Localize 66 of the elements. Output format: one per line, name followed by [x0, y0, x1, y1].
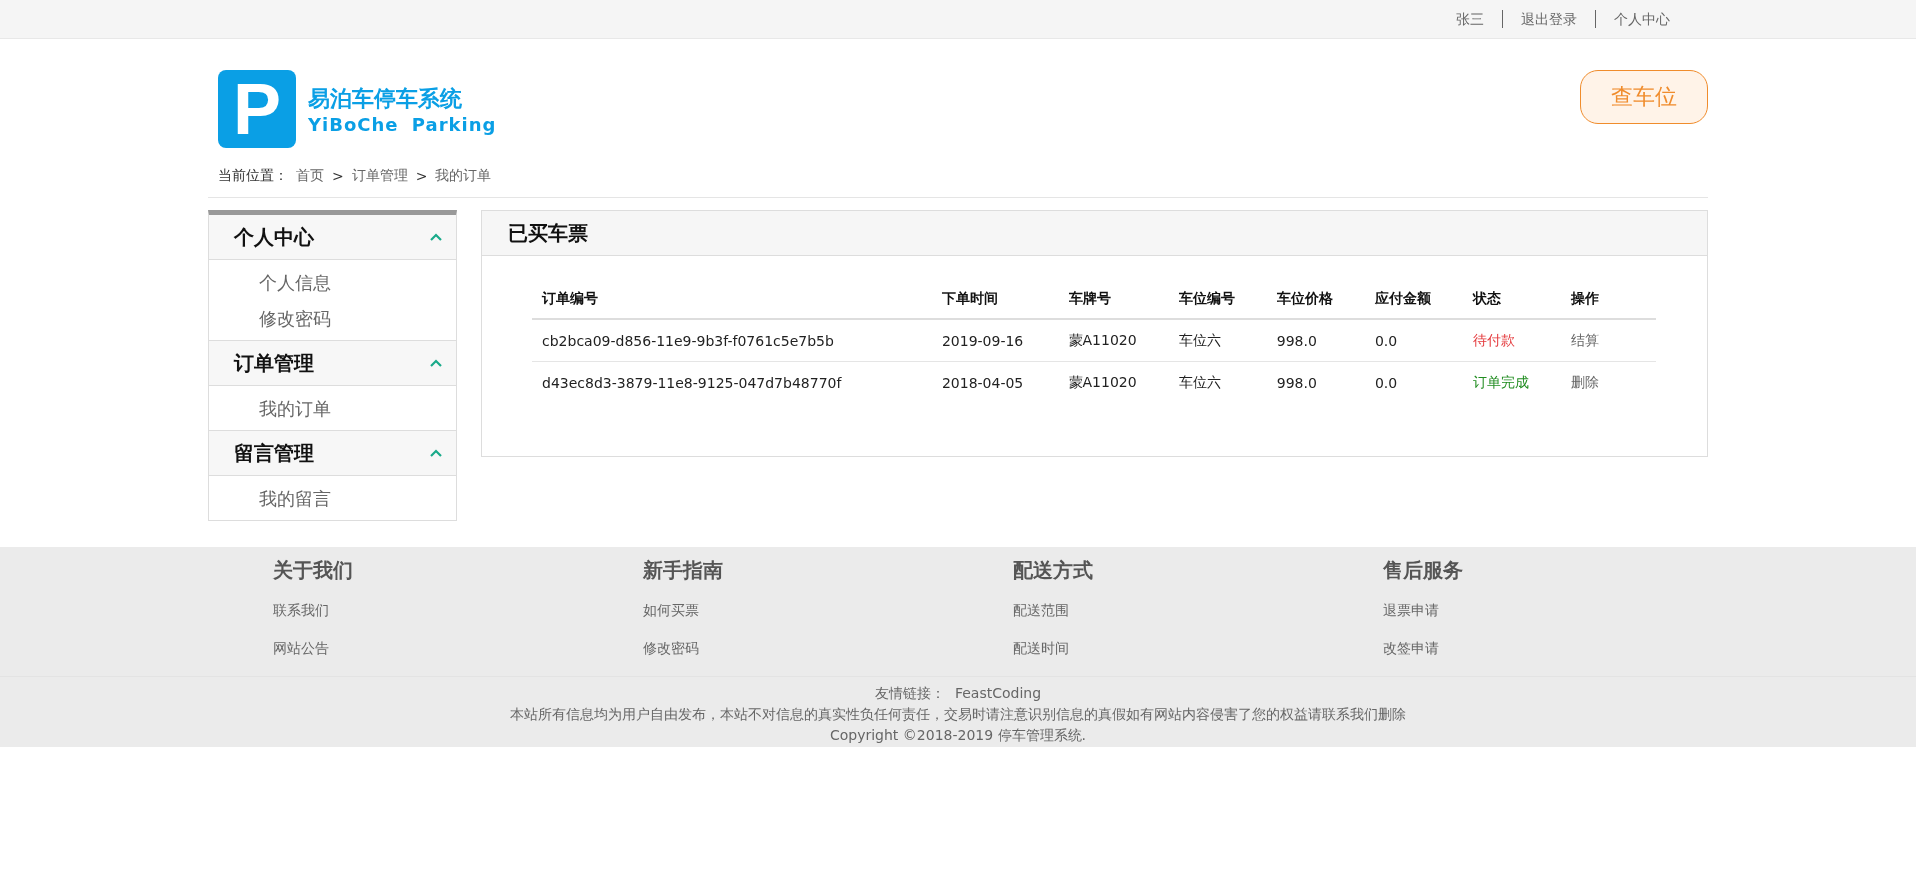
table-cell: 车位六 [1168, 319, 1267, 362]
order-status: 订单完成 [1463, 361, 1562, 403]
action-link[interactable]: 结算 [1571, 331, 1600, 348]
sidebar-section-header[interactable]: 留言管理 [209, 430, 456, 476]
footer-heading: 配送方式 [1013, 557, 1094, 584]
caret-up-icon[interactable] [430, 359, 442, 367]
breadcrumb-separator: > [332, 168, 344, 184]
table-cell: 车位六 [1168, 361, 1267, 403]
column-header: 操作 [1561, 280, 1656, 319]
breadcrumb-label: 当前位置： [218, 167, 288, 185]
column-header: 车位价格 [1266, 280, 1365, 319]
footer-link[interactable]: 网站公告 [273, 640, 643, 658]
logo-subtitle: YiBoChe Parking [308, 113, 497, 135]
sidebar-item[interactable]: 我的留言 [259, 484, 456, 514]
column-header: 车位编号 [1168, 280, 1267, 319]
logo-mark: P [218, 70, 296, 148]
caret-up-icon[interactable] [430, 233, 442, 241]
breadcrumb-link[interactable]: 我的订单 [435, 167, 492, 185]
disclaimer: 本站所有信息均为用户自由发布，本站不对信息的真实性负任何责任，交易时请注意识别信息的真假如有网站内容侵害了您的权益请联系我们删除 [510, 706, 1406, 724]
table-cell: 蒙A11020 [1058, 319, 1169, 362]
table-cell: 0.0 [1364, 361, 1464, 403]
table-cell: 蒙A11020 [1058, 361, 1169, 403]
column-header: 车牌号 [1058, 280, 1169, 319]
friend-link[interactable]: FeastCoding [954, 685, 1042, 703]
order-status: 待付款 [1463, 319, 1562, 362]
logo-title: 易泊车停车系统 [308, 84, 463, 113]
breadcrumb-link[interactable]: 订单管理 [351, 167, 408, 185]
top-link[interactable]: 张三 [1438, 10, 1502, 28]
column-header: 订单编号 [532, 280, 932, 319]
copyright: Copyright ©2018-2019 停车管理系统. [829, 727, 1087, 745]
table-cell: 2019-09-16 [931, 319, 1059, 362]
friend-links-label: 友情链接： [874, 685, 945, 703]
top-link[interactable]: 退出登录 [1502, 10, 1595, 28]
sidebar-section-title: 订单管理 [234, 349, 314, 377]
caret-up-icon[interactable] [430, 449, 442, 457]
footer-link[interactable]: 如何买票 [643, 602, 1013, 620]
column-header: 状态 [1463, 280, 1562, 319]
table-cell: 998.0 [1266, 319, 1365, 362]
footer-link[interactable]: 配送时间 [1013, 640, 1383, 658]
footer-link[interactable]: 修改密码 [643, 640, 1013, 658]
breadcrumb-separator: > [415, 168, 428, 184]
table-cell: d43ec8d3-3879-11e8-9125-047d7b48770f [532, 361, 932, 403]
sidebar-section-title: 个人中心 [234, 223, 314, 251]
sidebar-item[interactable]: 个人信息 [259, 268, 456, 298]
table-cell: 0.0 [1364, 319, 1464, 362]
column-header: 下单时间 [931, 280, 1059, 319]
footer-link[interactable]: 联系我们 [273, 602, 643, 620]
sidebar-section-header[interactable]: 订单管理 [209, 340, 456, 386]
sidebar-section-title: 留言管理 [234, 439, 314, 467]
footer-heading: 新手指南 [643, 557, 724, 584]
footer-heading: 关于我们 [273, 557, 354, 584]
footer-link[interactable]: 改签申请 [1383, 640, 1753, 658]
table-cell: 2018-04-05 [931, 361, 1059, 403]
action-link[interactable]: 删除 [1571, 373, 1600, 390]
sidebar-item[interactable]: 我的订单 [259, 394, 456, 424]
footer-link[interactable]: 配送范围 [1013, 602, 1383, 620]
column-header: 应付金额 [1364, 280, 1464, 319]
table-cell: 998.0 [1266, 361, 1365, 403]
panel-title: 已买车票 [508, 219, 588, 247]
footer-link[interactable]: 退票申请 [1383, 602, 1753, 620]
sidebar-section-header[interactable]: 个人中心 [209, 215, 456, 260]
breadcrumb-link[interactable]: 首页 [296, 167, 324, 185]
sidebar-item[interactable]: 修改密码 [259, 304, 456, 334]
top-link[interactable]: 个人中心 [1595, 10, 1688, 28]
footer-heading: 售后服务 [1383, 557, 1464, 584]
table-cell: cb2bca09-d856-11e9-9b3f-f0761c5e7b5b [532, 319, 932, 362]
